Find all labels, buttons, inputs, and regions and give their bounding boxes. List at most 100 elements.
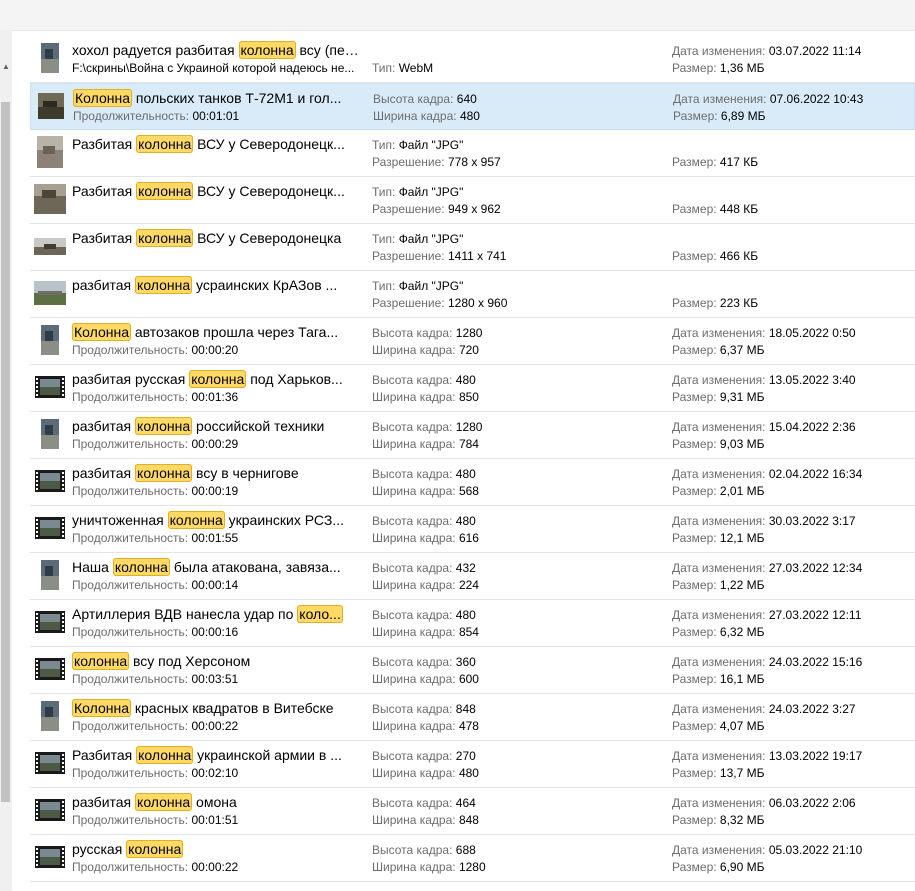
duration-value: 00:00:20 <box>191 343 239 357</box>
file-type-value: Файл "JPG" <box>398 232 464 246</box>
file-name-text: красных квадратов в Витебске <box>131 700 334 716</box>
file-name: Разбитая колонна ВСУ у Северодонецк... <box>72 182 362 200</box>
file-row[interactable]: разбитая колонна омона Продолжительность:… <box>30 788 915 835</box>
file-size: Размер: 2,01 МБ <box>672 484 912 499</box>
file-row[interactable]: разбитая колонна усраинских КрАЗов ... Ти… <box>30 271 915 318</box>
file-size-value: 223 КБ <box>719 296 759 310</box>
top-toolbar <box>0 0 915 31</box>
video-thumbnail <box>34 653 66 685</box>
search-highlight: Колонна <box>72 323 131 341</box>
file-name: Колонна польских танков Т-72М1 и гол... <box>73 89 363 107</box>
duration-label: Продолжительность: <box>72 766 189 780</box>
file-row[interactable]: разбитая русская колонна под Харьков... П… <box>30 365 915 412</box>
file-name-text: всу под Херсоном <box>129 653 251 669</box>
file-size-value: 6,37 МБ <box>719 343 765 357</box>
file-name: Разбитая колонна ВСУ у Северодонецк... <box>72 135 362 153</box>
search-highlight: колонна <box>72 652 130 670</box>
date-modified-value: 07.06.2022 10:43 <box>769 92 864 106</box>
date-modified: Дата изменения: 30.03.2022 3:17 <box>672 514 912 529</box>
duration: Продолжительность: 00:00:20 <box>72 343 362 358</box>
file-row[interactable]: колонна всу под Херсоном Продолжительност… <box>30 647 915 694</box>
file-row[interactable]: Разбитая колонна ВСУ у Северодонецка Тип:… <box>30 224 915 271</box>
search-highlight: колонна <box>126 840 184 858</box>
date-modified-label: Дата изменения: <box>672 749 766 763</box>
file-size: Размер: 4,07 МБ <box>672 719 912 734</box>
frame-width-label: Ширина кадра: <box>372 578 456 592</box>
duration-label: Продолжительность: <box>73 109 190 123</box>
scroll-up-arrow-icon[interactable]: ▲ <box>0 60 12 74</box>
file-row[interactable]: уничтоженная колонна украинских РСЗ... Пр… <box>30 506 915 553</box>
resolution-value: 1411 x 741 <box>447 249 507 263</box>
file-row[interactable]: Наша колонна была атакована, завяза... Пр… <box>30 553 915 600</box>
frame-height: Высота кадра: 640 <box>373 92 623 107</box>
search-highlight: Колонна <box>73 89 132 107</box>
file-size-value: 6,89 МБ <box>720 109 766 123</box>
file-size-label: Размер: <box>672 766 717 780</box>
date-modified-value: 15.04.2022 2:36 <box>768 420 856 434</box>
frame-height: Высота кадра: 1280 <box>372 326 622 341</box>
file-size-value: 8,32 МБ <box>719 813 765 827</box>
frame-height-label: Высота кадра: <box>372 514 453 528</box>
date-modified-value: 27.03.2022 12:34 <box>768 561 863 575</box>
file-type: Тип: WebM <box>372 61 622 76</box>
video-thumbnail <box>34 465 66 497</box>
date-modified: Дата изменения: 06.03.2022 2:06 <box>672 796 912 811</box>
file-row[interactable]: разбитая колонна всу в чернигове Продолжи… <box>30 459 915 506</box>
video-thumbnail <box>34 606 66 638</box>
file-row[interactable]: Артиллерия ВДВ нанесла удар по коло... Пр… <box>30 600 915 647</box>
duration-label: Продолжительность: <box>72 390 189 404</box>
frame-height-label: Высота кадра: <box>372 655 453 669</box>
file-row[interactable]: Разбитая колонна украинской армии в ... П… <box>30 741 915 788</box>
frame-width: Ширина кадра: 478 <box>372 719 622 734</box>
frame-height-label: Высота кадра: <box>372 608 453 622</box>
search-highlight: колонна <box>112 558 170 576</box>
file-name-text: ВСУ у Северодонецк... <box>193 136 345 152</box>
image-thumbnail <box>34 277 66 309</box>
file-row[interactable]: Колонна польских танков Т-72М1 и гол... П… <box>30 83 915 130</box>
file-row[interactable]: Колонна красных квадратов в Витебске Прод… <box>30 694 915 741</box>
file-size-value: 9,03 МБ <box>719 437 765 451</box>
video-thumbnail <box>34 324 66 356</box>
frame-width-value: 480 <box>458 766 479 780</box>
file-size-value: 1,22 МБ <box>719 578 765 592</box>
vertical-scrollbar[interactable]: ▲ <box>0 30 12 891</box>
file-size-value: 6,90 МБ <box>719 860 765 874</box>
file-size: Размер: 223 КБ <box>672 296 912 311</box>
duration: Продолжительность: 00:00:19 <box>72 484 362 499</box>
file-size-label: Размер: <box>672 61 717 75</box>
file-name: русская колонна <box>72 840 362 858</box>
frame-width: Ширина кадра: 480 <box>373 109 623 124</box>
file-size: Размер: 6,37 МБ <box>672 343 912 358</box>
search-results-list: хохол радуется разбитая колонна всу (пер… <box>30 36 915 882</box>
file-row[interactable]: разбитая колонна российской техники Продо… <box>30 412 915 459</box>
file-path: F:\скрины\Война с Украиной которой надею… <box>72 61 362 76</box>
duration: Продолжительность: 00:01:51 <box>72 813 362 828</box>
file-name-text: под Харьков... <box>246 371 343 387</box>
duration-label: Продолжительность: <box>72 343 189 357</box>
file-name-text: Разбитая <box>72 747 137 763</box>
file-name: уничтоженная колонна украинских РСЗ... <box>72 511 362 529</box>
file-size-label: Размер: <box>672 484 717 498</box>
frame-height-label: Высота кадра: <box>373 92 454 106</box>
frame-width: Ширина кадра: 600 <box>372 672 622 687</box>
file-name-text: украинских РСЗ... <box>224 512 344 528</box>
file-row[interactable]: хохол радуется разбитая колонна всу (пер… <box>30 36 915 83</box>
duration-label: Продолжительность: <box>72 578 189 592</box>
duration-value: 00:01:01 <box>192 109 240 123</box>
video-thumbnail <box>34 841 66 873</box>
frame-height: Высота кадра: 480 <box>372 467 622 482</box>
resolution-label: Разрешение: <box>372 202 445 216</box>
file-type-label: Тип: <box>372 279 396 293</box>
file-row[interactable]: Разбитая колонна ВСУ у Северодонецк... Ти… <box>30 130 915 177</box>
file-size: Размер: 6,90 МБ <box>672 860 912 875</box>
frame-width: Ширина кадра: 854 <box>372 625 622 640</box>
frame-width: Ширина кадра: 1280 <box>372 860 622 875</box>
duration-label: Продолжительность: <box>72 719 189 733</box>
file-size: Размер: 6,32 МБ <box>672 625 912 640</box>
file-row[interactable]: русская колонна Продолжительность: 00:00:… <box>30 835 915 882</box>
file-row[interactable]: Разбитая колонна ВСУ у Северодонецк... Ти… <box>30 177 915 224</box>
file-row[interactable]: Колонна автозаков прошла через Тага... Пр… <box>30 318 915 365</box>
scrollbar-thumb[interactable] <box>1 102 10 802</box>
search-highlight: колонна <box>136 182 194 200</box>
duration-value: 00:01:51 <box>191 813 239 827</box>
